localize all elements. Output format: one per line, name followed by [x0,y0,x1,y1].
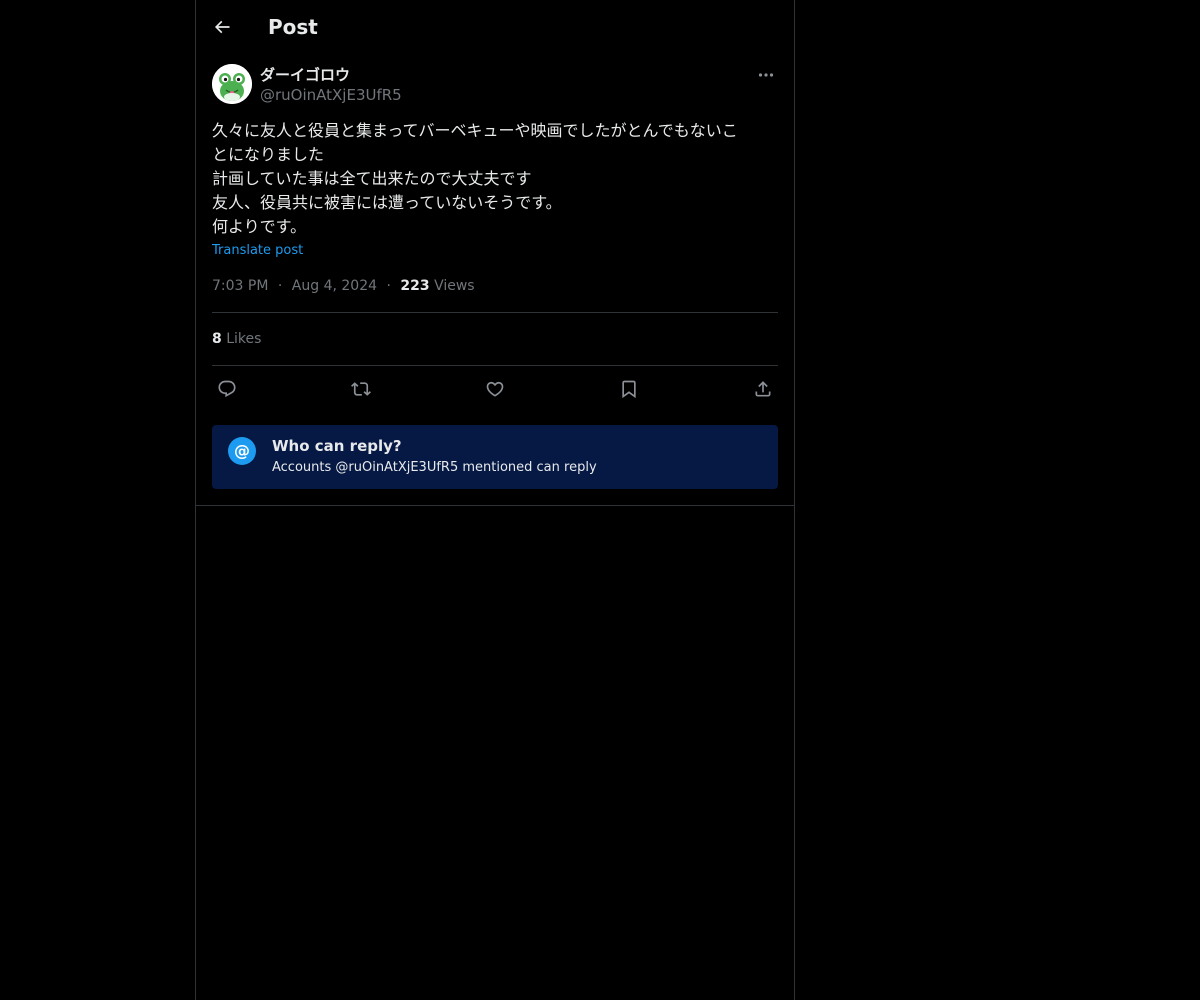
share-button[interactable] [748,376,778,402]
who-can-reply-subtitle: Accounts @ruOinAtXjE3UfR5 mentioned can … [272,460,597,475]
author-display-name[interactable]: ダーイゴロウ [260,65,350,85]
translate-post-link[interactable]: Translate post [212,242,303,260]
post-meta: 7:03 PM · Aug 4, 2024 · 223 Views [212,276,475,296]
likes-row[interactable]: 8 Likes [212,329,261,349]
post-text: 久々に友人と役員と集まってバーベキューや映画でしたがとんでもないこ とになりまし… [212,119,778,239]
more-options-button[interactable] [754,64,778,86]
avatar[interactable] [212,64,252,104]
post-text-line: とになりました [212,145,325,164]
author-handle[interactable]: @ruOinAtXjE3UfR5 [260,85,402,105]
meta-separator: · [386,278,391,294]
page-header: Post [196,0,794,54]
who-can-reply-notice: @ Who can reply? Accounts @ruOinAtXjE3Uf… [212,425,778,489]
post-bottom-divider [196,505,794,506]
bookmark-icon [619,379,639,399]
meta-separator: · [277,278,283,294]
arrow-left-icon [212,17,232,37]
post-text-line: 久々に友人と役員と集まってバーベキューや映画でしたがとんでもないこ [212,121,738,140]
likes-label: Likes [226,331,262,347]
main-column: Post ダーイゴロウ @ruOinAtXjE3UfR5 久々に友人と役員と集ま… [195,0,795,1000]
like-button[interactable] [480,376,510,402]
page-title: Post [268,15,318,39]
divider [212,312,778,313]
frog-avatar-icon [212,64,252,104]
post-text-line: 友人、役員共に被害には遭っていないそうです。 [212,193,562,212]
views-count: 223 [400,278,430,294]
repost-button[interactable] [346,376,376,402]
views-label: Views [434,278,475,294]
share-icon [753,379,773,399]
back-button[interactable] [206,11,238,43]
bookmark-button[interactable] [614,376,644,402]
at-sign-icon: @ [228,437,256,465]
ellipsis-icon [758,72,774,78]
reply-icon [217,379,237,399]
post-text-line: 計画していた事は全て出来たので大丈夫です [212,169,532,188]
divider [212,365,778,366]
heart-icon [485,379,505,399]
action-bar [212,376,778,402]
post-date[interactable]: Aug 4, 2024 [292,278,377,294]
reply-button[interactable] [212,376,242,402]
who-can-reply-title: Who can reply? [272,437,402,455]
repost-icon [350,379,372,399]
post-time[interactable]: 7:03 PM [212,278,268,294]
post-text-line: 何よりです。 [212,217,307,236]
likes-count: 8 [212,331,222,347]
